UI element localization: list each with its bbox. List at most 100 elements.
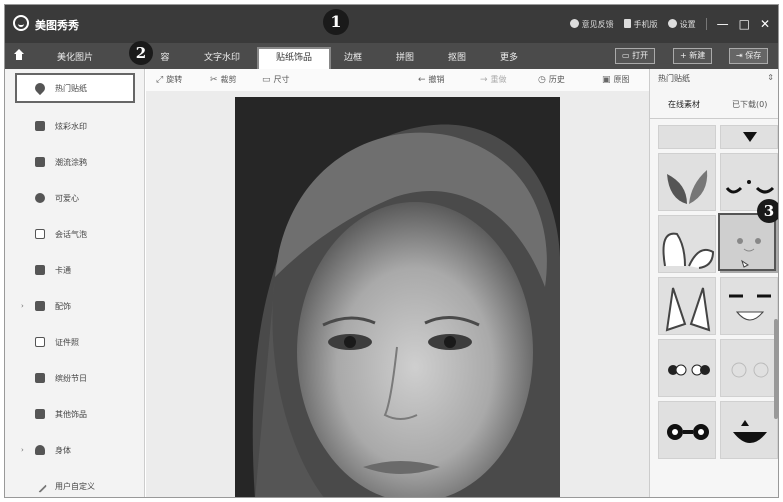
sticker-item[interactable] (658, 153, 716, 211)
smile-mouth-sticker-icon (733, 420, 767, 443)
sidebar-item-label: 会话气泡 (55, 229, 87, 239)
close-button[interactable]: ✕ (760, 17, 770, 31)
sticker-item[interactable] (720, 277, 778, 335)
bow-icon (35, 301, 45, 311)
sticker-item[interactable] (658, 401, 716, 459)
panel-scrollbar[interactable] (774, 319, 778, 419)
sidebar-item-accessories[interactable]: › 配饰 (5, 291, 145, 321)
sidebar-item-label: 证件照 (55, 337, 79, 347)
sticker-item[interactable] (658, 215, 716, 273)
eyes-sticker-icon (668, 364, 710, 376)
swirl-eyes-sticker-icon (731, 362, 769, 378)
sticker-item[interactable] (720, 339, 778, 397)
original-button[interactable]: ▣ 原图 (602, 74, 630, 85)
grid-icon (35, 409, 45, 419)
settings-button[interactable]: 设置 (667, 18, 696, 30)
sticker-item[interactable] (720, 125, 778, 149)
sidebar-item-speech-bubbles[interactable]: 会话气泡 (5, 219, 145, 249)
undo-label: 撤销 (428, 75, 445, 84)
home-icon[interactable] (13, 49, 25, 61)
divider (705, 18, 707, 30)
sidebar-item-label: 热门贴纸 (55, 83, 87, 93)
sidebar-item-other[interactable]: 其他饰品 (5, 399, 145, 429)
sidebar-item-hearts[interactable]: 可爱心 (5, 183, 145, 213)
heart-icon (35, 193, 45, 203)
app-title: 美图秀秀 (35, 19, 79, 32)
size-button[interactable]: ▭ 尺寸 (262, 74, 290, 85)
speech-bubble-icon (35, 229, 45, 239)
sidebar-item-body[interactable]: › 身体 (5, 435, 145, 465)
animal-ears-sticker-icon (665, 287, 711, 332)
sidebar-item-id-photo[interactable]: 证件照 (5, 327, 145, 357)
arrow-sticker-icon (743, 132, 757, 142)
sticker-item[interactable] (658, 125, 716, 149)
scissors-icon: ✂ (210, 74, 218, 85)
redo-button[interactable]: → 重做 (480, 74, 507, 85)
maximize-button[interactable]: □ (739, 17, 750, 31)
minimize-button[interactable]: — (717, 17, 729, 31)
title-bar: 美图秀秀 意见反馈 手机版 设置 — □ ✕ (5, 5, 778, 43)
redo-icon: → (480, 74, 488, 85)
tab-more[interactable]: 更多 (491, 49, 527, 69)
expand-arrow-icon[interactable]: › (21, 302, 24, 310)
sidebar-item-hot-stickers[interactable]: 热门贴纸 (15, 73, 135, 103)
new-button[interactable]: + 新建 (673, 48, 713, 64)
redo-label: 重做 (490, 75, 507, 84)
sidebar: 热门贴纸 炫彩水印 潮流涂鸦 可爱心 会话气泡 卡通 › 配饰 证件照 缤纷节日… (5, 69, 145, 497)
sidebar-item-custom[interactable]: 用户自定义 (5, 471, 145, 497)
portrait-photo[interactable] (235, 97, 560, 497)
feedback-button[interactable]: 意见反馈 (569, 18, 614, 30)
canvas-area (146, 91, 649, 497)
tab-collage[interactable]: 拼图 (387, 49, 423, 69)
sidebar-item-label: 缤纷节日 (55, 373, 87, 383)
sidebar-item-doodle[interactable]: 潮流涂鸦 (5, 147, 145, 177)
goggles-sticker-icon (667, 424, 709, 440)
clock-icon: ◷ (538, 74, 546, 85)
crop-label: 裁剪 (220, 75, 237, 84)
tab-downloaded[interactable]: 已下载(0) (732, 99, 767, 110)
crop-button[interactable]: ✂ 裁剪 (210, 74, 237, 85)
bunny-ears-sticker-icon (662, 232, 715, 269)
body-icon (35, 445, 45, 455)
sidebar-item-label: 潮流涂鸦 (55, 157, 87, 167)
dropdown-caret-icon[interactable]: ⇕ (767, 73, 774, 82)
expand-arrow-icon[interactable]: › (21, 446, 24, 454)
pen-icon (32, 478, 48, 494)
sticker-item[interactable] (720, 401, 778, 459)
flame-icon (32, 80, 48, 96)
gear-icon (667, 18, 677, 28)
sidebar-item-label: 身体 (55, 445, 71, 455)
chat-icon (569, 18, 579, 28)
export-icon: ⇥ (736, 51, 746, 60)
save-button[interactable]: ⇥ 保存 (729, 48, 769, 64)
resize-icon: ▭ (262, 74, 271, 85)
sidebar-item-watermark[interactable]: 炫彩水印 (5, 111, 145, 141)
portrait-image (235, 97, 560, 497)
tab-cutout[interactable]: 抠图 (439, 49, 475, 69)
history-button[interactable]: ◷ 历史 (538, 74, 565, 85)
sidebar-item-cartoon[interactable]: 卡通 (5, 255, 145, 285)
mobile-button[interactable]: 手机版 (623, 18, 658, 30)
tab-online-materials[interactable]: 在线素材 (668, 99, 700, 110)
sticker-item[interactable] (658, 339, 716, 397)
festival-icon (35, 373, 45, 383)
leaf-sticker-icon (667, 170, 708, 204)
sidebar-item-label: 卡通 (55, 265, 71, 275)
rotate-icon: ⤢ (156, 74, 164, 85)
callout-2: 2 (129, 41, 153, 65)
open-button[interactable]: ▭ 打开 (615, 48, 656, 64)
tab-frames[interactable]: 边框 (335, 49, 371, 69)
sidebar-item-festival[interactable]: 缤纷节日 (5, 363, 145, 393)
callout-1: 1 (323, 9, 349, 35)
sidebar-item-label: 配饰 (55, 301, 71, 311)
tab-stickers[interactable]: 贴纸饰品 (257, 47, 331, 69)
feedback-label: 意见反馈 (581, 19, 614, 29)
phone-icon (623, 18, 631, 28)
tab-text-watermark[interactable]: 文字水印 (189, 49, 255, 69)
rotate-button[interactable]: ⤢ 旋转 (156, 74, 182, 85)
sticker-item[interactable] (658, 277, 716, 335)
sticker-panel: 热门贴纸 ⇕ 在线素材 已下载(0) (649, 69, 778, 497)
tab-beautify[interactable]: 美化图片 (37, 49, 113, 69)
undo-button[interactable]: ← 撤销 (418, 74, 445, 85)
id-photo-icon (35, 337, 45, 347)
